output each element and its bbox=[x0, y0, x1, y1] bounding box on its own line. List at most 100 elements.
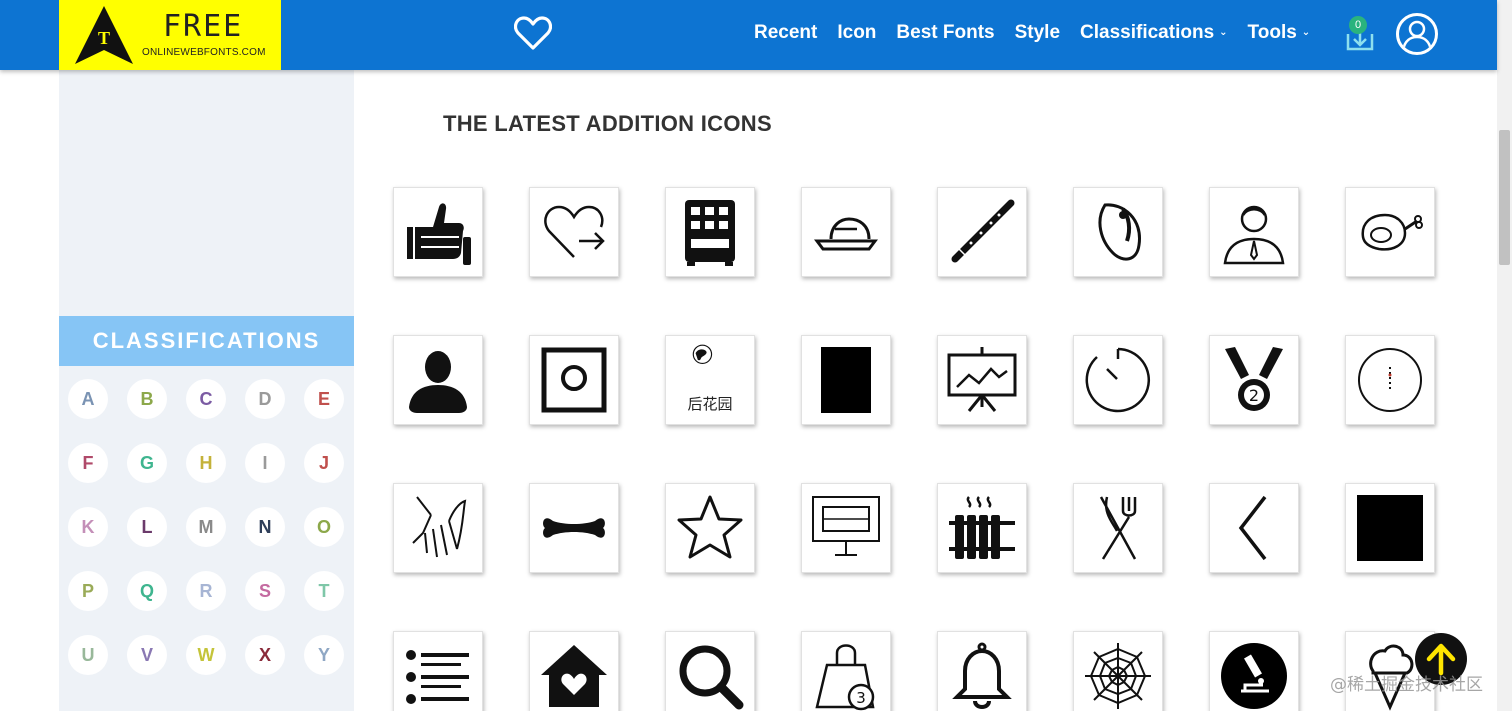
icon-tile-heart-arrow[interactable] bbox=[529, 187, 619, 277]
letter-filter-l[interactable]: L bbox=[127, 507, 167, 547]
letter-filter-m[interactable]: M bbox=[186, 507, 226, 547]
cart-count-badge: 0 bbox=[1349, 16, 1367, 34]
icon-tile-presentation-chart[interactable] bbox=[937, 335, 1027, 425]
icon-tile-backyard-logo[interactable]: 后花园 bbox=[665, 335, 755, 425]
icon-tile-star[interactable] bbox=[665, 483, 755, 573]
letter-filter-c[interactable]: C bbox=[186, 379, 226, 419]
home-heart-icon bbox=[541, 645, 607, 707]
backyard-logo-label: 后花园 bbox=[687, 395, 733, 413]
icon-tile-ham[interactable] bbox=[1345, 187, 1435, 277]
icon-tile-radiator[interactable] bbox=[937, 483, 1027, 573]
sidebar: CLASSIFICATIONS ABCDE FGHIJ KLMNO PQRST UVWX… bbox=[59, 70, 354, 711]
icon-tile-black-rectangle[interactable] bbox=[801, 335, 891, 425]
site-logo[interactable]: T FREE ONLINEWEBFONTS.COM bbox=[59, 0, 281, 70]
letter-filter-a[interactable]: A bbox=[68, 379, 108, 419]
icon-tile-chevron-left[interactable] bbox=[1209, 483, 1299, 573]
watermark-text: @稀土掘金技术社区 bbox=[1330, 675, 1483, 695]
letter-filter-g[interactable]: G bbox=[127, 443, 167, 483]
user-avatar[interactable] bbox=[1396, 13, 1438, 55]
icon-tile-compass-circle[interactable] bbox=[1345, 335, 1435, 425]
svg-text:2: 2 bbox=[1249, 386, 1259, 405]
fork-knife-icon bbox=[1099, 496, 1137, 560]
user-avatar-icon bbox=[1401, 20, 1433, 51]
letter-filter-i[interactable]: I bbox=[245, 443, 285, 483]
icon-tile-employee[interactable] bbox=[1209, 187, 1299, 277]
icon-tile-thumbs-up[interactable] bbox=[393, 187, 483, 277]
letter-filter-t[interactable]: T bbox=[304, 571, 344, 611]
icon-tile-black-square[interactable] bbox=[1345, 483, 1435, 573]
letter-filter-x[interactable]: X bbox=[245, 635, 285, 675]
letter-filter-n[interactable]: N bbox=[245, 507, 285, 547]
letter-filter-b[interactable]: B bbox=[127, 379, 167, 419]
nav-icon[interactable]: Icon bbox=[837, 22, 876, 44]
icon-tile-monitor[interactable] bbox=[801, 483, 891, 573]
nav-recent[interactable]: Recent bbox=[754, 22, 817, 44]
vending-machine-icon bbox=[685, 200, 735, 266]
svg-text:3: 3 bbox=[856, 689, 866, 707]
icon-tile-vending-machine[interactable] bbox=[665, 187, 755, 277]
logo-free-text: FREE bbox=[163, 9, 244, 44]
icon-grid: 后花园 2 3 bbox=[393, 187, 1435, 711]
icon-tile-spider-web[interactable] bbox=[1073, 631, 1163, 711]
icon-tile-bell[interactable] bbox=[937, 631, 1027, 711]
seed-icon bbox=[1098, 203, 1141, 261]
nav-tools[interactable]: Tools ⌄ bbox=[1248, 22, 1311, 44]
spider-web-icon bbox=[1085, 643, 1151, 709]
icon-tile-fork-knife[interactable] bbox=[1073, 483, 1163, 573]
icon-tile-shopping-bag[interactable]: 3 bbox=[801, 631, 891, 711]
black-rectangle-icon bbox=[821, 347, 871, 413]
letter-filter-j[interactable]: J bbox=[304, 443, 344, 483]
letter-filter-o[interactable]: O bbox=[304, 507, 344, 547]
letter-filter-e[interactable]: E bbox=[304, 379, 344, 419]
icon-tile-home-heart[interactable] bbox=[529, 631, 619, 711]
logo-triangle-icon: T bbox=[75, 6, 133, 64]
icon-tile-user-silhouette[interactable] bbox=[393, 335, 483, 425]
icon-tile-list[interactable] bbox=[393, 631, 483, 711]
flute-icon bbox=[951, 199, 1015, 263]
letter-filter-d[interactable]: D bbox=[245, 379, 285, 419]
scrollbar-thumb[interactable] bbox=[1499, 130, 1510, 265]
magnifier-icon bbox=[679, 645, 744, 710]
icon-tile-microscope-circle[interactable] bbox=[1209, 631, 1299, 711]
main-nav: Recent Icon Best Fonts Style Classificat… bbox=[754, 22, 1330, 44]
icon-tile-square-circle[interactable] bbox=[529, 335, 619, 425]
letter-filter-w[interactable]: W bbox=[186, 635, 226, 675]
nav-classifications[interactable]: Classifications ⌄ bbox=[1080, 22, 1228, 44]
letter-filter-u[interactable]: U bbox=[68, 635, 108, 675]
square-circle-icon bbox=[541, 347, 607, 413]
nav-style[interactable]: Style bbox=[1015, 22, 1060, 44]
download-cart-button[interactable]: 0 bbox=[1345, 16, 1375, 52]
employee-icon bbox=[1223, 205, 1285, 265]
nav-best-fonts[interactable]: Best Fonts bbox=[896, 22, 994, 44]
icon-tile-seed[interactable] bbox=[1073, 187, 1163, 277]
chevron-left-icon bbox=[1238, 495, 1267, 561]
letter-filter-h[interactable]: H bbox=[186, 443, 226, 483]
letter-filter-k[interactable]: K bbox=[68, 507, 108, 547]
letter-filter-s[interactable]: S bbox=[245, 571, 285, 611]
compass-circle-icon bbox=[1358, 348, 1422, 412]
icon-tile-magnifier[interactable] bbox=[665, 631, 755, 711]
letter-filter-p[interactable]: P bbox=[68, 571, 108, 611]
icon-tile-hand[interactable] bbox=[393, 483, 483, 573]
icon-tile-medal[interactable]: 2 bbox=[1209, 335, 1299, 425]
bell-icon bbox=[952, 642, 1012, 709]
classifications-heading: CLASSIFICATIONS bbox=[59, 316, 354, 366]
page-scrollbar[interactable] bbox=[1497, 0, 1512, 711]
icon-tile-food-cloche[interactable] bbox=[801, 187, 891, 277]
letter-filter-r[interactable]: R bbox=[186, 571, 226, 611]
page-title: THE LATEST ADDITION ICONS bbox=[443, 111, 772, 136]
icon-tile-bone[interactable] bbox=[529, 483, 619, 573]
letter-filter-q[interactable]: Q bbox=[127, 571, 167, 611]
letter-filter-v[interactable]: V bbox=[127, 635, 167, 675]
thumbs-up-icon bbox=[407, 203, 471, 265]
heart-icon[interactable] bbox=[514, 15, 552, 51]
letter-filter-f[interactable]: F bbox=[68, 443, 108, 483]
icon-tile-flute[interactable] bbox=[937, 187, 1027, 277]
letter-filter-y[interactable]: Y bbox=[304, 635, 344, 675]
black-square-icon bbox=[1357, 495, 1423, 561]
microscope-circle-icon bbox=[1221, 643, 1287, 709]
chevron-down-icon: ⌄ bbox=[1301, 27, 1311, 39]
shopping-bag-icon: 3 bbox=[815, 644, 875, 711]
icon-tile-timer[interactable] bbox=[1073, 335, 1163, 425]
svg-text:T: T bbox=[98, 28, 110, 48]
